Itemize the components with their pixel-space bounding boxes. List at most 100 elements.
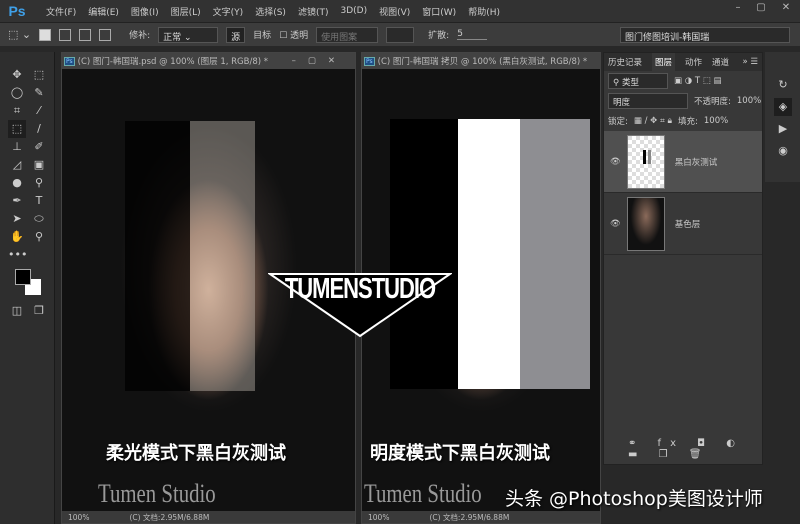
minimize-button[interactable]: – (727, 2, 749, 18)
patch-mode-value: 正常 (163, 32, 182, 43)
layer-row[interactable]: 👁︎ 基色层 (604, 193, 762, 255)
zoom-tool-icon[interactable]: ⚲ (30, 228, 48, 246)
panel-dock: ↻ ◈ ▶ ◉ (765, 52, 800, 182)
patch-mode-select[interactable]: 正常 ⌄ (158, 26, 219, 43)
foreground-color-swatch[interactable] (15, 269, 31, 285)
menu-edit[interactable]: 编辑(E) (88, 5, 119, 18)
menu-file[interactable]: 文件(F) (46, 5, 76, 18)
subtract-selection-icon[interactable] (79, 28, 92, 41)
panel-menu-icon[interactable]: » ☰ (742, 57, 762, 67)
layer-name[interactable]: 基色层 (675, 218, 701, 230)
move-tool-icon[interactable]: ✥ (8, 66, 26, 84)
menu-3d[interactable]: 3D(D) (340, 6, 367, 16)
add-selection-icon[interactable] (59, 28, 72, 41)
tumenstudio-logo: TUMENSTUDIO (266, 272, 454, 338)
layer-actions[interactable]: ⚭ fx ◘ ◐ ▬ ❐ 🗑︎ (628, 438, 762, 460)
ps-doc-icon: Ps (64, 56, 75, 66)
options-bar: ⬚ ⌄ 修补: 正常 ⌄ 源 目标 ☐ 透明 使用图案 扩散: 5 图门修图培训… (0, 22, 800, 46)
doc-info[interactable]: (C) 文档:2.95M/6.88M (429, 512, 509, 523)
channels-panel-icon[interactable]: ◉ (774, 142, 792, 160)
brush-tool-icon[interactable]: / (30, 120, 48, 138)
history-panel-icon[interactable]: ↻ (774, 76, 792, 94)
doc-info[interactable]: (C) 文档:2.95M/6.88M (129, 512, 209, 523)
layer-filter-select[interactable]: ⚲ 类型 (608, 73, 668, 89)
eyedropper-tool-icon[interactable]: ⁄ (30, 102, 48, 120)
blend-mode-select[interactable]: 明度 (608, 93, 688, 109)
filter-icons[interactable]: ▣ ◑ T ⬚ ▤ (674, 76, 722, 86)
ps-doc-icon: Ps (364, 56, 375, 66)
workspace-select[interactable]: 图门修图培训-韩国瑞 (620, 26, 790, 43)
close-button[interactable]: ✕ (775, 2, 797, 18)
actions-panel-icon[interactable]: ▶ (774, 120, 792, 138)
layer-row[interactable]: 👁︎ 黑白灰测试 (604, 131, 762, 193)
document-tab-2[interactable]: Ps (C) 图门-韩国瑞 拷贝 @ 100% (黑白灰测试, RGB/8) * (362, 53, 600, 69)
tab-history[interactable]: 历史记录 (608, 56, 642, 68)
layer-name[interactable]: 黑白灰测试 (675, 156, 718, 168)
tab-actions[interactable]: 动作 (685, 56, 702, 68)
quick-select-tool-icon[interactable]: ✎ (30, 84, 48, 102)
zoom-level: 100% (68, 512, 90, 522)
ellipse-tool-icon[interactable]: ⬭ (30, 210, 48, 228)
transparent-checkbox[interactable]: ☐ 透明 (279, 28, 308, 41)
more-tools-icon[interactable]: ••• (8, 246, 27, 264)
layers-panel-icon[interactable]: ◈ (774, 98, 792, 116)
intersect-selection-icon[interactable] (99, 28, 112, 41)
pattern-picker[interactable] (386, 26, 415, 43)
logo-text: TUMENSTUDIO (284, 272, 436, 305)
gradient-tool-icon[interactable]: ▣ (30, 156, 48, 174)
doc-window-controls[interactable]: –▢✕ (292, 56, 355, 66)
patch-label: 修补: (129, 31, 151, 41)
eye-icon[interactable]: 👁︎ (610, 157, 621, 167)
pen-tool-icon[interactable]: ✒ (8, 192, 26, 210)
lasso-tool-icon[interactable]: ◯ (8, 84, 26, 102)
gray-test-bar (190, 121, 255, 391)
caption: 柔光模式下黑白灰测试 (106, 443, 286, 464)
lock-label: 锁定: (608, 117, 628, 127)
layer-thumbnail (626, 134, 665, 189)
target-button[interactable]: 目标 (253, 28, 271, 41)
use-pattern-button[interactable]: 使用图案 (316, 26, 379, 43)
dodge-tool-icon[interactable]: ⚲ (30, 174, 48, 192)
opacity-input[interactable]: 100% (737, 96, 761, 106)
marquee-tool-icon[interactable]: ⬚ (30, 66, 48, 84)
document-tab-1[interactable]: Ps (C) 图门-韩国瑞.psd @ 100% (图层 1, RGB/8) * –… (62, 53, 355, 69)
lock-icons[interactable]: ▦ / ✥ ⌗ 🔒︎ (634, 116, 672, 126)
patch-tool-icon[interactable]: ⬚ (8, 120, 26, 138)
menu-help[interactable]: 帮助(H) (468, 5, 500, 18)
document-title: (C) 图门-韩国瑞.psd @ 100% (图层 1, RGB/8) * (77, 57, 268, 67)
menu-layer[interactable]: 图层(L) (171, 5, 201, 18)
screen-mode-icon[interactable]: ❐ (30, 302, 48, 320)
tab-layers[interactable]: 图层 (652, 53, 676, 71)
black-test-bar (125, 121, 190, 391)
menu-image[interactable]: 图像(I) (131, 5, 159, 18)
stamp-tool-icon[interactable]: ⊥ (8, 138, 26, 156)
layer-thumbnail (626, 196, 665, 251)
patch-tool-icon[interactable]: ⬚ ⌄ (8, 28, 31, 41)
eye-icon[interactable]: 👁︎ (610, 219, 621, 229)
gray-test-bar (520, 119, 590, 389)
new-selection-icon[interactable] (39, 28, 52, 41)
maximize-button[interactable]: ▢ (750, 2, 772, 18)
page-watermark: 头条 @Photoshop美图设计师 (505, 488, 763, 510)
fill-input[interactable]: 100% (704, 116, 728, 126)
eraser-tool-icon[interactable]: ◿ (8, 156, 26, 174)
quick-mask-icon[interactable]: ◫ (8, 302, 26, 320)
menu-type[interactable]: 文字(Y) (213, 5, 244, 18)
menu-view[interactable]: 视图(V) (379, 5, 410, 18)
white-test-bar (458, 119, 520, 389)
menu-filter[interactable]: 滤镜(T) (298, 5, 329, 18)
blend-value: 明度 (613, 98, 631, 108)
tab-channels[interactable]: 通道 (712, 56, 729, 68)
menu-select[interactable]: 选择(S) (255, 5, 286, 18)
opacity-label: 不透明度: (694, 97, 731, 107)
menu-window[interactable]: 窗口(W) (422, 5, 456, 18)
blur-tool-icon[interactable]: ● (8, 174, 26, 192)
spread-input[interactable]: 5 (457, 29, 488, 40)
hand-tool-icon[interactable]: ✋ (8, 228, 26, 246)
watermark-text: Tumen Studio (98, 479, 216, 508)
source-button[interactable]: 源 (226, 26, 246, 43)
path-select-icon[interactable]: ➤ (8, 210, 26, 228)
history-brush-icon[interactable]: ✐ (30, 138, 48, 156)
crop-tool-icon[interactable]: ⌗ (8, 102, 26, 120)
type-tool-icon[interactable]: T (30, 192, 48, 210)
